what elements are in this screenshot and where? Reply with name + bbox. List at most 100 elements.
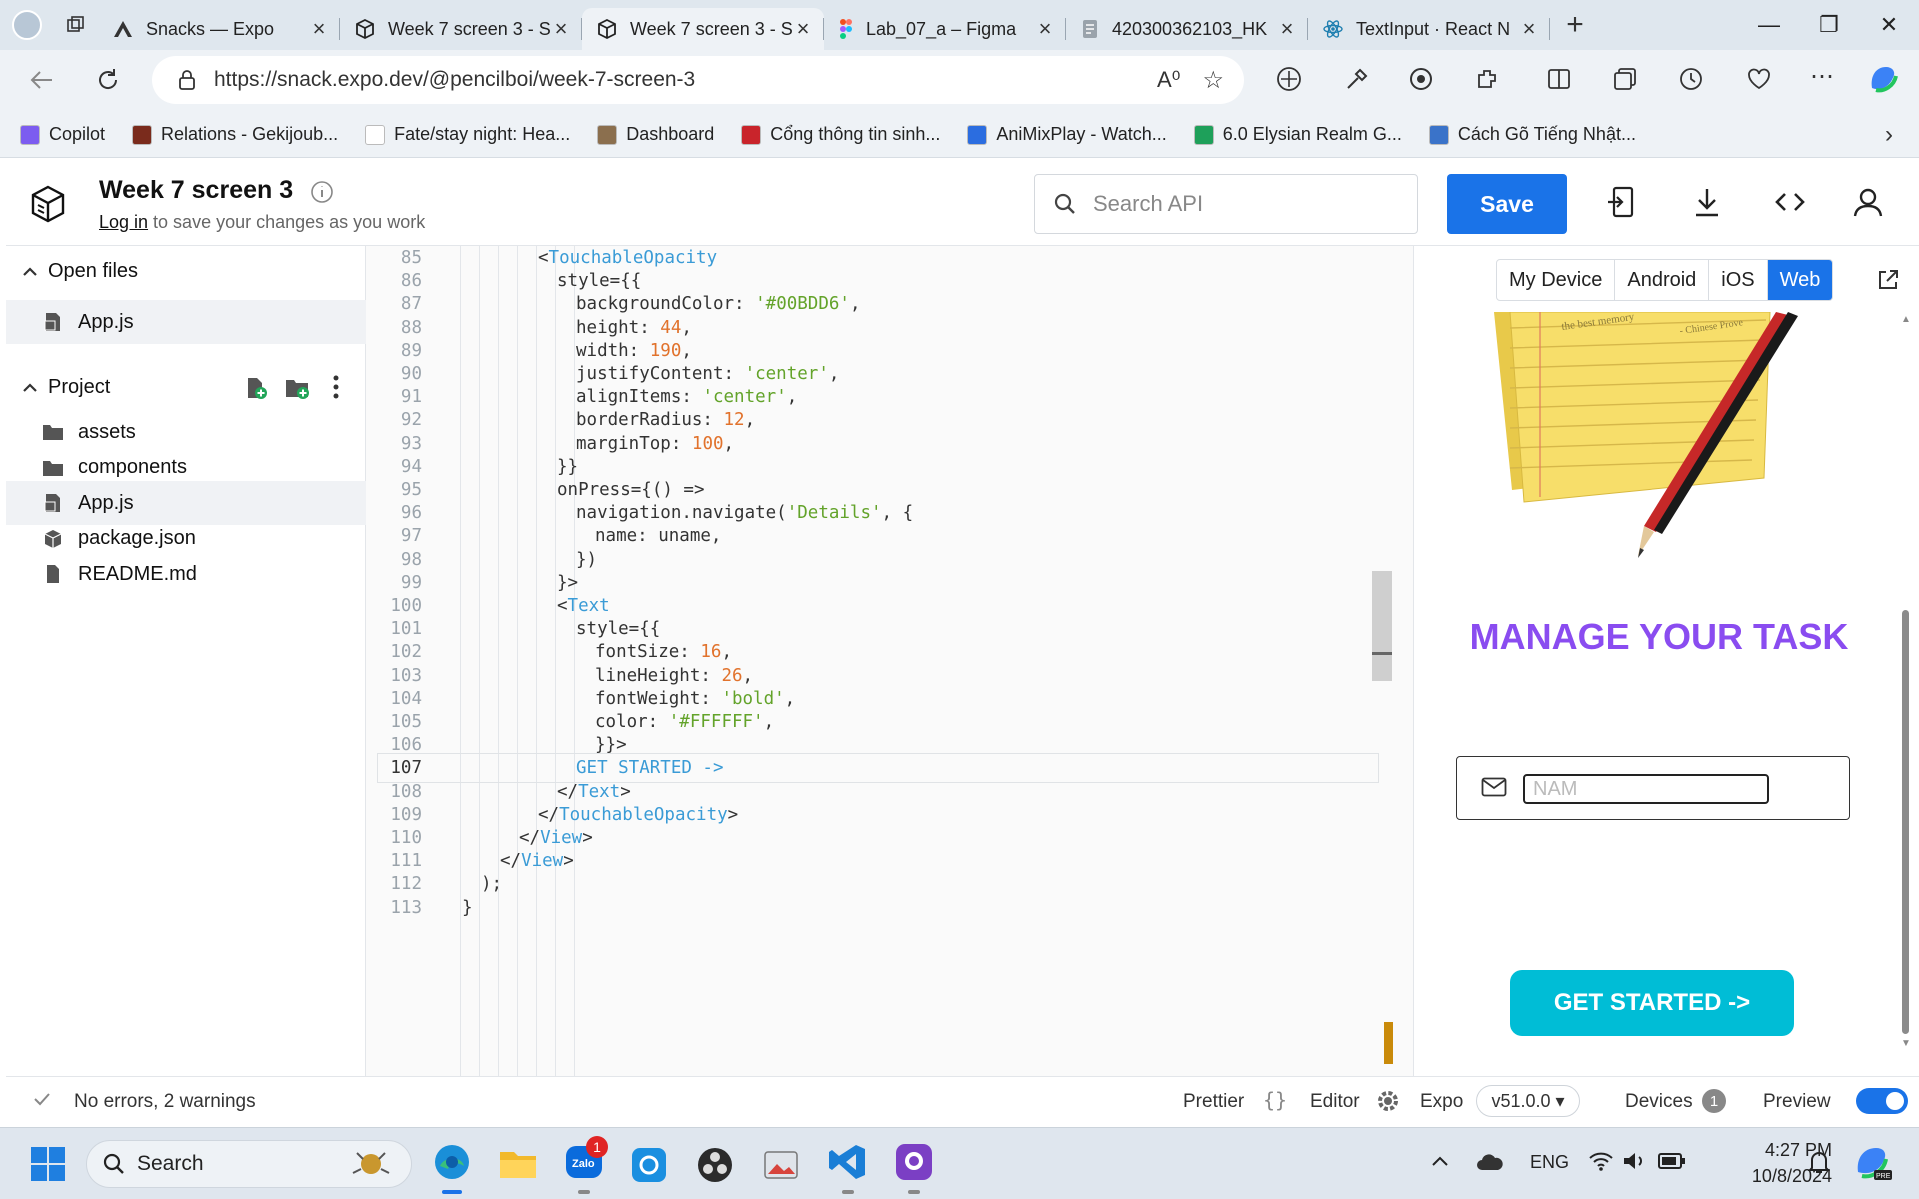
device-tab[interactable]: My Device [1497,260,1616,300]
search-api-input[interactable]: Search API [1034,174,1418,234]
code-token: backgroundColor: [576,294,756,315]
file-tree-item[interactable]: README.md [6,552,366,596]
close-tab-icon[interactable]: × [1518,16,1540,42]
problems-status[interactable]: No errors, 2 warnings [74,1091,256,1113]
name-input[interactable]: NAM [1523,774,1769,804]
braces-icon[interactable]: {} [1263,1088,1287,1112]
embed-code-icon[interactable] [1774,186,1806,218]
bookmark-item[interactable]: AniMixPlay - Watch... [967,124,1167,145]
editor-scrollbar-thumb[interactable] [1372,571,1392,681]
history-icon[interactable] [1678,66,1704,92]
browser-tab[interactable]: Snacks — Expo × [98,8,340,50]
extension-sync-icon[interactable] [1408,66,1434,92]
split-screen-icon[interactable] [1546,66,1572,92]
sdk-version-select[interactable]: v51.0.0 ▾ [1476,1085,1580,1117]
lock-icon[interactable] [178,69,196,91]
back-icon[interactable] [28,66,56,94]
close-tab-icon[interactable]: × [1034,16,1056,42]
browser-tab[interactable]: TextInput · React N × [1308,8,1550,50]
bookmark-item[interactable]: Fate/stay night: Hea... [365,124,570,145]
browser-tab[interactable]: Week 7 screen 3 - S × [340,8,582,50]
minimize-button[interactable]: — [1739,12,1799,38]
device-tab[interactable]: Web [1767,260,1833,300]
browser-essentials-icon[interactable] [1746,66,1772,92]
file-explorer-icon[interactable] [498,1146,538,1182]
extensions-icon[interactable] [1474,66,1500,92]
close-tab-icon[interactable]: × [550,16,572,42]
import-icon[interactable] [1606,186,1636,218]
login-link[interactable]: Log in [99,212,148,232]
project-header[interactable]: Project [6,367,366,407]
bookmark-item[interactable]: Copilot [20,124,105,145]
new-folder-icon[interactable] [284,376,310,400]
read-aloud-icon[interactable]: A⁰ [1157,67,1181,93]
copilot-icon[interactable] [1866,62,1900,96]
battery-icon[interactable] [1658,1152,1686,1170]
get-started-button[interactable]: GET STARTED -> [1510,970,1794,1036]
preview-scrollbar[interactable]: ▲ ▼ [1898,310,1912,1050]
kebab-menu-icon[interactable] [332,374,340,400]
browser-tab[interactable]: Lab_07_a – Figma × [824,8,1066,50]
vscode-icon[interactable] [828,1142,868,1194]
more-menu-icon[interactable]: ⋯ [1810,62,1834,91]
github-desktop-icon[interactable] [894,1142,934,1194]
file-tree-item[interactable]: App.js [6,300,366,344]
collections-icon[interactable] [1612,66,1638,92]
edge-taskbar-icon[interactable] [432,1142,472,1194]
favorite-star-icon[interactable]: ☆ [1202,66,1224,95]
restore-button[interactable]: ❐ [1799,12,1859,38]
browser-tab[interactable]: Week 7 screen 3 - S × [582,8,824,50]
address-bar[interactable]: https://snack.expo.dev/@pencilboi/week-7… [152,56,1244,104]
editor-label[interactable]: Editor [1310,1091,1360,1113]
browser-profile-avatar[interactable] [0,10,54,40]
new-file-icon[interactable] [244,376,268,400]
volume-icon[interactable] [1622,1150,1646,1172]
workspaces-icon[interactable] [54,15,98,35]
bookmark-item[interactable]: 6.0 Elysian Realm G... [1193,124,1402,145]
eyedropper-icon[interactable] [1344,66,1370,92]
project-title[interactable]: Week 7 screen 3 [99,176,293,205]
device-tab[interactable]: Android [1615,260,1710,300]
code-text: justifyContent: 'center', [576,364,839,384]
close-window-button[interactable]: ✕ [1859,12,1919,38]
language-indicator[interactable]: ENG [1530,1152,1569,1173]
close-tab-icon[interactable]: × [1276,16,1298,42]
bookmark-item[interactable]: Cổng thông tin sinh... [741,124,940,145]
bookmark-item[interactable]: Cách Gõ Tiếng Nhật... [1428,124,1636,145]
code-line[interactable]: 113} [366,894,1413,922]
copilot-taskbar-icon[interactable]: PRE [1852,1142,1892,1182]
bookmark-item[interactable]: Relations - Gekijoub... [132,124,338,145]
open-files-header[interactable]: Open files [6,251,366,291]
chevron-right-icon[interactable]: › [1885,121,1893,149]
windows-start-icon[interactable] [30,1146,66,1182]
onedrive-cloud-icon[interactable] [1476,1152,1504,1172]
extension-move-icon[interactable] [1276,66,1302,92]
user-account-icon[interactable] [1852,186,1884,218]
new-tab-button[interactable]: + [1550,8,1600,42]
save-button[interactable]: Save [1447,174,1567,234]
snack-logo-icon[interactable] [28,184,68,224]
close-tab-icon[interactable]: × [308,16,330,42]
taskbar-search[interactable]: Search [86,1140,412,1188]
close-tab-icon[interactable]: × [792,16,814,42]
bookmark-item[interactable]: Dashboard [597,124,714,145]
chevron-up-icon[interactable] [1430,1154,1450,1168]
prettier-label[interactable]: Prettier [1183,1091,1244,1113]
wifi-icon[interactable] [1588,1150,1614,1172]
photos-app-icon[interactable] [762,1146,800,1184]
app-settings-icon[interactable] [630,1146,668,1184]
open-external-icon[interactable] [1876,268,1900,292]
url-text[interactable]: https://snack.expo.dev/@pencilboi/week-7… [214,68,695,92]
download-icon[interactable] [1692,186,1722,218]
notification-bell-icon[interactable] [1808,1150,1830,1174]
info-icon[interactable] [310,180,334,204]
browser-tab[interactable]: 420300362103_HK × [1066,8,1308,50]
refresh-icon[interactable] [94,66,122,94]
device-tab[interactable]: iOS [1709,260,1768,300]
devices-label[interactable]: Devices [1625,1091,1693,1113]
obs-studio-icon[interactable] [696,1146,734,1184]
preview-toggle[interactable] [1856,1088,1908,1114]
code-editor[interactable]: 85 <TouchableOpacity 86 style={{87 backgroun… [366,246,1413,1076]
zalo-icon[interactable]: Zalo 1 [564,1136,608,1194]
settings-gear-icon[interactable] [1376,1089,1400,1113]
